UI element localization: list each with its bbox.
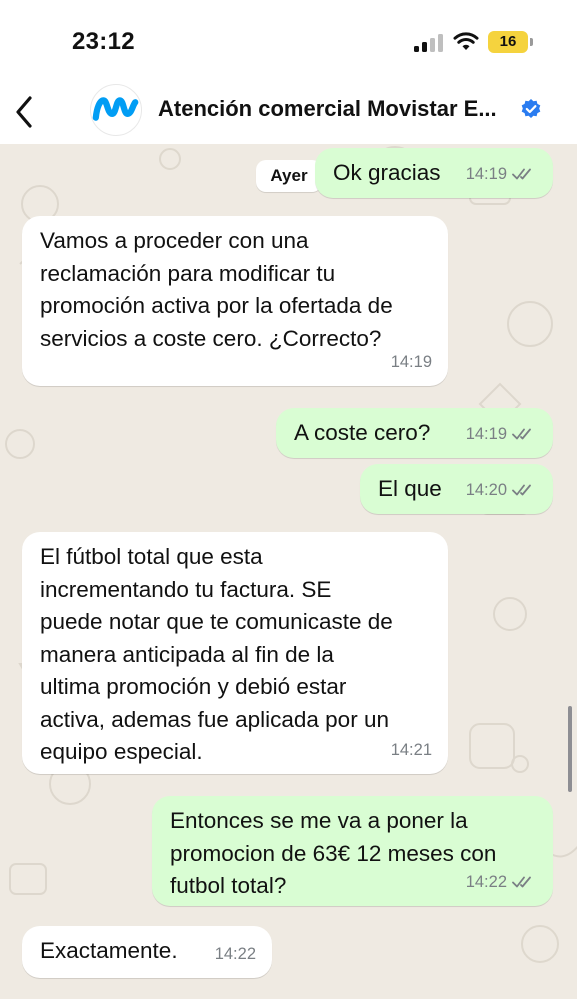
message-time: 14:19: [390, 352, 432, 371]
double-check-icon: [512, 428, 531, 440]
message-meta: 14:21: [391, 734, 432, 767]
message-outgoing[interactable]: Ok gracias 14:19: [315, 148, 553, 198]
message-incoming[interactable]: Exactamente. 14:22: [22, 926, 272, 978]
chat-header: Atención comercial Movistar E...: [0, 82, 577, 144]
message-incoming[interactable]: El fútbol total que esta incrementando t…: [22, 532, 448, 774]
movistar-logo-icon: [92, 97, 139, 121]
status-bar: 23:12 16: [0, 0, 577, 82]
cellular-signal-icon: [414, 34, 444, 52]
verified-badge-icon: [521, 99, 541, 118]
message-time: 14:21: [390, 740, 432, 759]
battery-icon: 16: [488, 31, 528, 53]
back-chevron-icon[interactable]: [8, 90, 42, 134]
message-meta: 14:19: [466, 158, 537, 191]
message-outgoing[interactable]: Entonces se me va a poner la promocion d…: [152, 796, 553, 906]
message-meta: 14:22: [466, 866, 537, 899]
double-check-icon: [512, 876, 531, 888]
message-time: 14:19: [465, 424, 507, 443]
battery-tip: [530, 38, 533, 46]
status-time: 23:12: [72, 28, 135, 55]
avatar[interactable]: [90, 84, 142, 136]
wifi-icon: [453, 32, 479, 50]
message-outgoing[interactable]: El que 14:20: [360, 464, 553, 514]
message-text: El fútbol total que esta incrementando t…: [40, 544, 393, 764]
message-meta: 14:19: [466, 418, 537, 451]
message-text: Vamos a proceder con una reclamación par…: [40, 228, 393, 351]
date-chip: Ayer: [256, 160, 322, 192]
message-time: 14:20: [465, 480, 507, 499]
message-meta: 14:20: [466, 474, 537, 507]
contact-name[interactable]: Atención comercial Movistar E...: [158, 96, 497, 122]
message-time: 14:22: [465, 872, 507, 891]
double-check-icon: [512, 168, 531, 180]
message-meta: 14:22: [215, 938, 256, 971]
message-incoming[interactable]: Vamos a proceder con una reclamación par…: [22, 216, 448, 386]
message-time: 14:19: [465, 164, 507, 183]
message-time: 14:22: [214, 944, 256, 963]
message-outgoing[interactable]: A coste cero? 14:19: [276, 408, 553, 458]
double-check-icon: [512, 484, 531, 496]
scroll-indicator[interactable]: [568, 706, 572, 792]
message-meta: 14:19: [391, 346, 432, 379]
